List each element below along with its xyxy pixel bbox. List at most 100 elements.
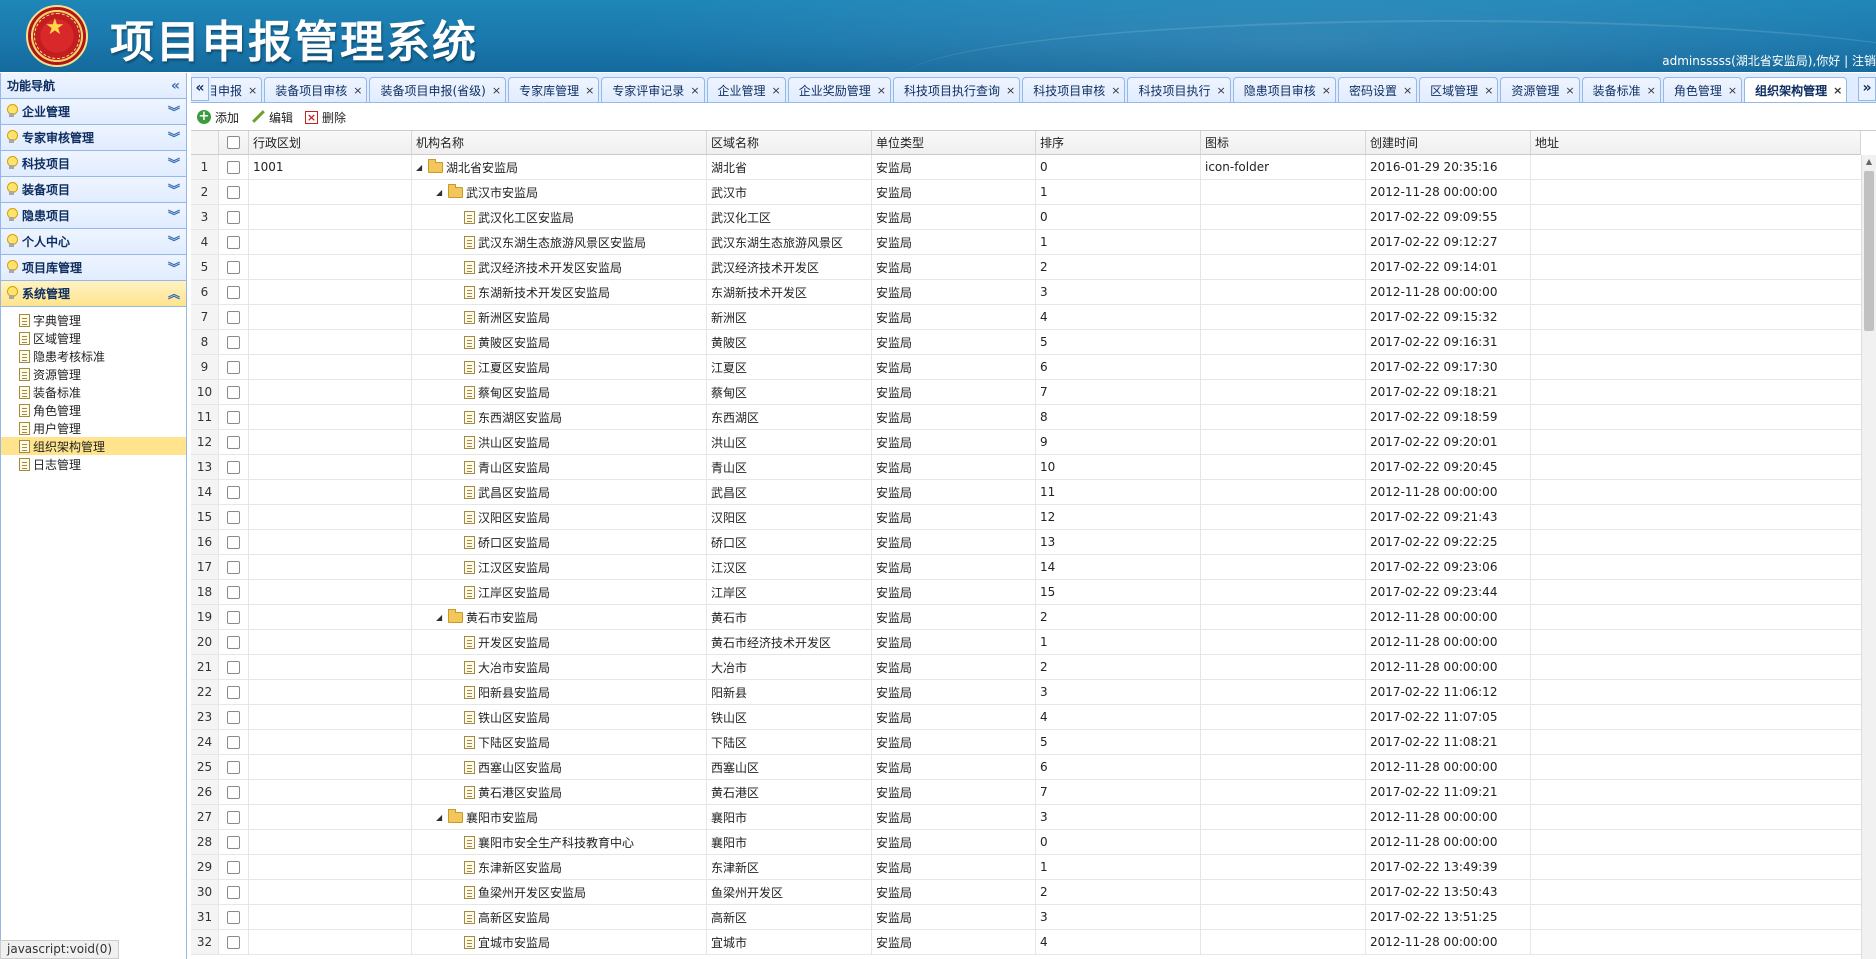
table-row[interactable]: 11 东西湖区安监局 东西湖区 安监局 8 2017-02-22 09:18:59 (191, 405, 1861, 430)
row-checkbox[interactable] (227, 510, 240, 524)
scrollbar-thumb[interactable] (1864, 171, 1874, 331)
close-icon[interactable]: × (1484, 84, 1493, 97)
tab[interactable]: 装备项目申报(省级) × (369, 77, 507, 102)
tab[interactable]: 科技项目执行查询 × (893, 77, 1021, 102)
tab[interactable]: 目申报 × (211, 77, 263, 102)
row-checkbox[interactable] (227, 285, 240, 299)
table-row[interactable]: 4 武汉东湖生态旅游风景区安监局 武汉东湖生态旅游风景区 安监局 1 2017-02-22… (191, 230, 1861, 255)
chevron-down-icon[interactable]: ︾ (168, 259, 180, 276)
close-icon[interactable]: × (772, 84, 781, 97)
nav-sub-item[interactable]: 日志管理 (1, 455, 186, 473)
tab[interactable]: 科技项目执行 × (1127, 77, 1231, 102)
tab[interactable]: 密码设置 × (1337, 77, 1418, 102)
row-checkbox[interactable] (227, 735, 240, 749)
nav-sub-item[interactable]: 组织架构管理 (1, 437, 186, 455)
close-icon[interactable]: × (585, 84, 594, 97)
close-icon[interactable]: × (1565, 84, 1574, 97)
close-icon[interactable]: × (1006, 84, 1015, 97)
tab[interactable]: 区域管理 × (1419, 77, 1499, 102)
chevron-down-icon[interactable]: ︾ (168, 207, 180, 224)
row-checkbox[interactable] (227, 710, 240, 724)
row-checkbox[interactable] (227, 860, 240, 874)
tab[interactable]: 角色管理 × (1662, 77, 1743, 102)
scroll-up-icon[interactable]: ▲ (1862, 155, 1876, 169)
nav-sub-item[interactable]: 字典管理 (1, 311, 186, 329)
table-row[interactable]: 25 西塞山区安监局 西塞山区 安监局 6 2012-11-28 00:00:00 (191, 755, 1861, 780)
row-checkbox[interactable] (227, 360, 240, 374)
table-row[interactable]: 13 青山区安监局 青山区 安监局 10 2017-02-22 09:20:45 (191, 455, 1861, 480)
table-row[interactable]: 1 1001 ◢ 湖北省安监局 湖北省 安监局 0 icon-folder 2016-01-29… (191, 155, 1861, 180)
close-icon[interactable]: × (877, 84, 886, 97)
table-row[interactable]: 24 下陆区安监局 下陆区 安监局 5 2017-02-22 11:08:21 (191, 730, 1861, 755)
table-row[interactable]: 26 黄石港区安监局 黄石港区 安监局 7 2017-02-22 11:09:21 (191, 780, 1861, 805)
column-header-name[interactable]: 机构名称 (412, 131, 707, 154)
nav-section[interactable]: 系统管理 ︽ (1, 281, 186, 307)
nav-section[interactable]: 装备项目 ︾ (1, 177, 186, 203)
nav-section[interactable]: 隐患项目 ︾ (1, 203, 186, 229)
close-icon[interactable]: × (690, 84, 699, 97)
nav-section[interactable]: 个人中心 ︾ (1, 229, 186, 255)
row-checkbox[interactable] (227, 310, 240, 324)
add-button[interactable]: + 添加 (197, 109, 239, 126)
chevron-up-icon[interactable]: ︽ (168, 285, 180, 302)
table-row[interactable]: 15 汉阳区安监局 汉阳区 安监局 12 2017-02-22 09:21:43 (191, 505, 1861, 530)
logout-link[interactable]: 注销 (1852, 54, 1876, 68)
table-row[interactable]: 14 武昌区安监局 武昌区 安监局 11 2012-11-28 00:00:00 (191, 480, 1861, 505)
tabs-scroll-left-icon[interactable]: « (191, 77, 209, 101)
table-row[interactable]: 10 蔡甸区安监局 蔡甸区 安监局 7 2017-02-22 09:18:21 (191, 380, 1861, 405)
tab[interactable]: 装备标准 × (1581, 77, 1661, 102)
tree-expanded-icon[interactable]: ◢ (436, 813, 446, 822)
table-row[interactable]: 6 东湖新技术开发区安监局 东湖新技术开发区 安监局 3 2012-11-28 00:00… (191, 280, 1861, 305)
row-checkbox[interactable] (227, 810, 240, 824)
close-icon[interactable]: × (1647, 84, 1656, 97)
table-row[interactable]: 16 硚口区安监局 硚口区 安监局 13 2017-02-22 09:22:25 (191, 530, 1861, 555)
nav-section[interactable]: 企业管理 ︾ (1, 99, 186, 125)
close-icon[interactable]: × (1728, 84, 1737, 97)
row-checkbox[interactable] (227, 585, 240, 599)
select-all-checkbox[interactable] (227, 136, 240, 149)
tab[interactable]: 科技项目审核 × (1022, 77, 1126, 102)
tab[interactable]: 企业管理 × (706, 77, 786, 102)
table-row[interactable]: 23 铁山区安监局 铁山区 安监局 4 2017-02-22 11:07:05 (191, 705, 1861, 730)
table-row[interactable]: 5 武汉经济技术开发区安监局 武汉经济技术开发区 安监局 2 2017-02-22 09:… (191, 255, 1861, 280)
row-checkbox[interactable] (227, 210, 240, 224)
table-row[interactable]: 12 洪山区安监局 洪山区 安监局 9 2017-02-22 09:20:01 (191, 430, 1861, 455)
table-row[interactable]: 20 开发区安监局 黄石市经济技术开发区 安监局 1 2012-11-28 00:00:0… (191, 630, 1861, 655)
row-checkbox[interactable] (227, 685, 240, 699)
nav-section[interactable]: 专家审核管理 ︾ (1, 125, 186, 151)
close-icon[interactable]: × (353, 84, 362, 97)
row-checkbox[interactable] (227, 335, 240, 349)
nav-section[interactable]: 科技项目 ︾ (1, 151, 186, 177)
chevron-down-icon[interactable]: ︾ (168, 181, 180, 198)
edit-button[interactable]: 编辑 (251, 109, 293, 126)
row-checkbox[interactable] (227, 185, 240, 199)
row-checkbox[interactable] (227, 835, 240, 849)
column-header-code[interactable]: 行政区划 (249, 131, 412, 154)
close-icon[interactable]: × (248, 84, 257, 97)
row-checkbox[interactable] (227, 160, 240, 174)
column-header-type[interactable]: 单位类型 (872, 131, 1036, 154)
table-row[interactable]: 21 大冶市安监局 大冶市 安监局 2 2012-11-28 00:00:00 (191, 655, 1861, 680)
close-icon[interactable]: × (1216, 84, 1225, 97)
row-checkbox[interactable] (227, 785, 240, 799)
table-row[interactable]: 2 ◢ 武汉市安监局 武汉市 安监局 1 2012-11-28 00:00:00 (191, 180, 1861, 205)
row-checkbox[interactable] (227, 535, 240, 549)
column-header-created[interactable]: 创建时间 (1366, 131, 1531, 154)
tab[interactable]: 专家评审记录 × (601, 77, 705, 102)
column-header-icon[interactable]: 图标 (1201, 131, 1366, 154)
row-checkbox[interactable] (227, 660, 240, 674)
table-row[interactable]: 28 襄阳市安全生产科技教育中心 襄阳市 安监局 0 2012-11-28 00:00:0… (191, 830, 1861, 855)
row-checkbox[interactable] (227, 635, 240, 649)
row-checkbox[interactable] (227, 560, 240, 574)
row-checkbox[interactable] (227, 935, 240, 949)
tab[interactable]: 组织架构管理 × (1744, 77, 1848, 102)
close-icon[interactable]: × (1403, 84, 1412, 97)
nav-sub-item[interactable]: 资源管理 (1, 365, 186, 383)
nav-sub-item[interactable]: 角色管理 (1, 401, 186, 419)
row-checkbox[interactable] (227, 435, 240, 449)
column-header-order[interactable]: 排序 (1036, 131, 1201, 154)
table-row[interactable]: 30 鱼梁州开发区安监局 鱼梁州开发区 安监局 2 2017-02-22 13:50:43 (191, 880, 1861, 905)
close-icon[interactable]: × (1322, 84, 1331, 97)
tabs-scroll-right-icon[interactable]: » (1858, 77, 1876, 101)
tab[interactable]: 资源管理 × (1500, 77, 1580, 102)
